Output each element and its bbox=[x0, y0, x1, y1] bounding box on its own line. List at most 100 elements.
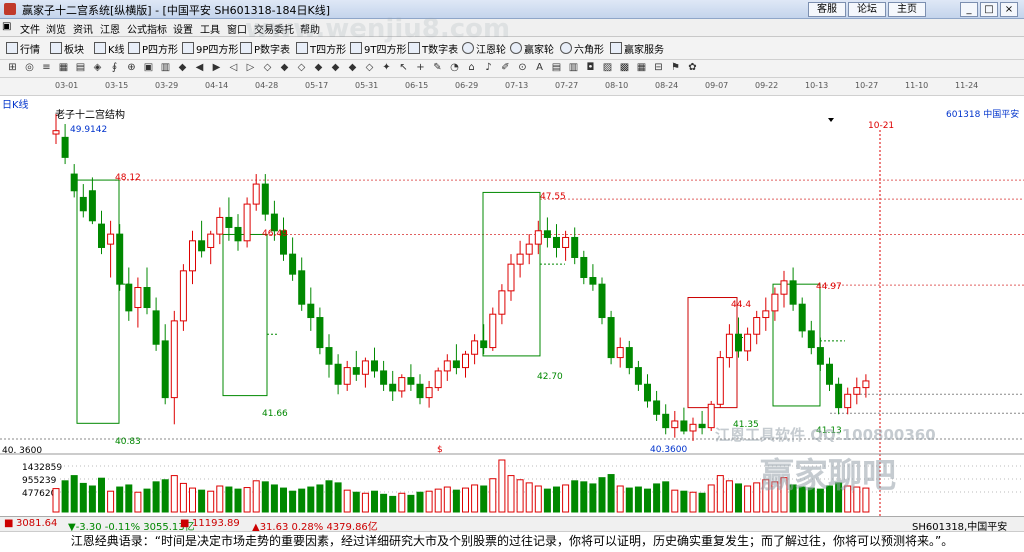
drawing-tool-icon[interactable]: ∮ bbox=[108, 62, 121, 74]
menu-formula[interactable]: 公式指标 bbox=[127, 21, 167, 36]
drawing-tool-icon[interactable]: ◇ bbox=[295, 62, 308, 74]
candle-body bbox=[689, 423, 697, 432]
menu-settings[interactable]: 设置 bbox=[173, 21, 193, 36]
drawing-tool-icon[interactable]: ◆ bbox=[346, 62, 359, 74]
drawing-tool-icon[interactable]: ▶ bbox=[210, 62, 223, 74]
drawing-tool-icon[interactable]: ⊞ bbox=[6, 62, 19, 74]
square-icon bbox=[182, 42, 194, 54]
tool-sector[interactable]: 板块 bbox=[50, 41, 84, 56]
date-tick: 05-17 bbox=[305, 81, 329, 90]
drawing-tool-icon[interactable]: ▷ bbox=[244, 62, 257, 74]
drawing-tool-icon[interactable]: ⊕ bbox=[125, 62, 138, 74]
tool-quotes[interactable]: 行情 bbox=[6, 41, 40, 56]
tool-kline[interactable]: K线 bbox=[94, 41, 125, 56]
drawing-tool-icon[interactable]: ▨ bbox=[601, 62, 614, 74]
drawing-tool-icon[interactable]: ↖ bbox=[397, 62, 410, 74]
drawing-tool-icon[interactable]: ◆ bbox=[278, 62, 291, 74]
volume-bar bbox=[662, 481, 670, 513]
tool-9p-square[interactable]: 9P四方形 bbox=[182, 41, 238, 56]
drawing-tool-icon[interactable]: ◆ bbox=[176, 62, 189, 74]
menu-file[interactable]: 文件 bbox=[20, 21, 40, 36]
drawing-tool-icon[interactable]: A bbox=[533, 62, 546, 74]
drawing-tool-icon[interactable]: ✐ bbox=[499, 62, 512, 74]
maximize-button[interactable]: □ bbox=[980, 2, 998, 17]
drawing-tool-icon[interactable]: ♪ bbox=[482, 62, 495, 74]
vline-date-label: 10-21 bbox=[868, 121, 894, 131]
candle-body bbox=[352, 367, 360, 375]
drawing-tool-icon[interactable]: ◇ bbox=[261, 62, 274, 74]
drawing-tool-icon[interactable]: ◁ bbox=[227, 62, 240, 74]
volume-bar bbox=[316, 484, 324, 513]
volume-bar bbox=[298, 488, 306, 513]
candle-body bbox=[744, 333, 752, 352]
drawing-tool-icon[interactable]: ▤ bbox=[74, 62, 87, 74]
sz-index-value: 11193.89 bbox=[192, 518, 240, 529]
candle-body bbox=[762, 310, 770, 319]
volume-bar bbox=[644, 488, 651, 513]
drawing-tool-icon[interactable]: ⊟ bbox=[652, 62, 665, 74]
watermark-qq: 江恩工具软件 QQ:100800360 bbox=[715, 426, 936, 444]
tool-hexagon[interactable]: 六角形 bbox=[560, 41, 604, 56]
drawing-tool-icon[interactable]: ◆ bbox=[312, 62, 325, 74]
tool-winner-service[interactable]: 赢家服务 bbox=[610, 41, 664, 56]
volume-bar bbox=[625, 487, 633, 513]
price-label: 44.97 bbox=[816, 282, 842, 292]
drawing-tool-icon[interactable]: ≡ bbox=[40, 62, 53, 74]
drawing-tool-icon[interactable]: ▤ bbox=[550, 62, 563, 74]
drawing-tool-icon[interactable]: ⌂ bbox=[465, 62, 478, 74]
home-button[interactable]: 主页 bbox=[888, 2, 926, 17]
menu-info[interactable]: 资讯 bbox=[73, 21, 93, 36]
drawing-tool-icon[interactable]: ◔ bbox=[448, 62, 461, 74]
drawing-tool-icon[interactable]: ◘ bbox=[584, 62, 597, 74]
candle-body bbox=[316, 317, 324, 349]
drawing-tool-icon[interactable]: ▣ bbox=[142, 62, 155, 74]
candle-body bbox=[489, 313, 497, 349]
candle-body bbox=[234, 226, 242, 242]
candle-body bbox=[862, 380, 870, 389]
drawing-tool-icon[interactable]: ▥ bbox=[159, 62, 172, 74]
price-label: 47.55 bbox=[540, 192, 566, 202]
app-icon bbox=[4, 3, 16, 15]
date-tick: 09-22 bbox=[755, 81, 779, 90]
candle-body bbox=[261, 183, 269, 215]
drawing-tool-icon[interactable]: ◈ bbox=[91, 62, 104, 74]
drawing-tool-icon[interactable]: ◎ bbox=[23, 62, 36, 74]
volume-bar bbox=[534, 485, 542, 513]
tool-winner-wheel[interactable]: 赢家轮 bbox=[510, 41, 554, 56]
customer-service-button[interactable]: 客服 bbox=[808, 2, 846, 17]
volume-bar bbox=[134, 491, 142, 513]
drawing-tool-icon[interactable]: ✎ bbox=[431, 62, 444, 74]
menu-window[interactable]: 窗口 bbox=[227, 21, 247, 36]
drawing-tool-icon[interactable]: ▦ bbox=[57, 62, 70, 74]
forum-button[interactable]: 论坛 bbox=[848, 2, 886, 17]
menu-gann[interactable]: 江恩 bbox=[100, 21, 120, 36]
drawing-tool-icon[interactable]: ◆ bbox=[329, 62, 342, 74]
volume-bar bbox=[543, 488, 551, 513]
drawing-tool-icon[interactable]: + bbox=[414, 62, 427, 74]
date-tick: 03-01 bbox=[55, 81, 79, 90]
menu-tools[interactable]: 工具 bbox=[200, 21, 220, 36]
volume-bar bbox=[252, 480, 260, 513]
date-tick: 08-10 bbox=[605, 81, 629, 90]
drawing-tool-icon[interactable]: ✿ bbox=[686, 62, 699, 74]
drawing-tool-icon[interactable]: ▦ bbox=[635, 62, 648, 74]
drawing-tool-icon[interactable]: ◇ bbox=[363, 62, 376, 74]
drawing-tool-icon[interactable]: ⚑ bbox=[669, 62, 682, 74]
minimize-button[interactable]: _ bbox=[960, 2, 978, 17]
candle-body bbox=[525, 243, 533, 255]
candle-body bbox=[625, 347, 633, 369]
drawing-tool-icon[interactable]: ◀ bbox=[193, 62, 206, 74]
price-label: 42.70 bbox=[537, 372, 563, 382]
candle-body bbox=[398, 377, 406, 392]
close-button[interactable]: × bbox=[1000, 2, 1018, 17]
drawing-tool-icon[interactable]: ▩ bbox=[618, 62, 631, 74]
volume-bar bbox=[580, 481, 588, 513]
kline-chart[interactable]: 日K线 老子十二宫结构 601318 中国平安 10-21 49.9142 48.12 46… bbox=[0, 14, 1024, 516]
wheel-icon bbox=[510, 42, 522, 54]
drawing-tool-icon[interactable]: ✦ bbox=[380, 62, 393, 74]
drawing-tool-icon[interactable]: ▥ bbox=[567, 62, 580, 74]
volume-bar bbox=[416, 491, 424, 513]
tool-p-square[interactable]: P四方形 bbox=[128, 41, 178, 56]
menu-browse[interactable]: 浏览 bbox=[46, 21, 66, 36]
drawing-tool-icon[interactable]: ⊙ bbox=[516, 62, 529, 74]
